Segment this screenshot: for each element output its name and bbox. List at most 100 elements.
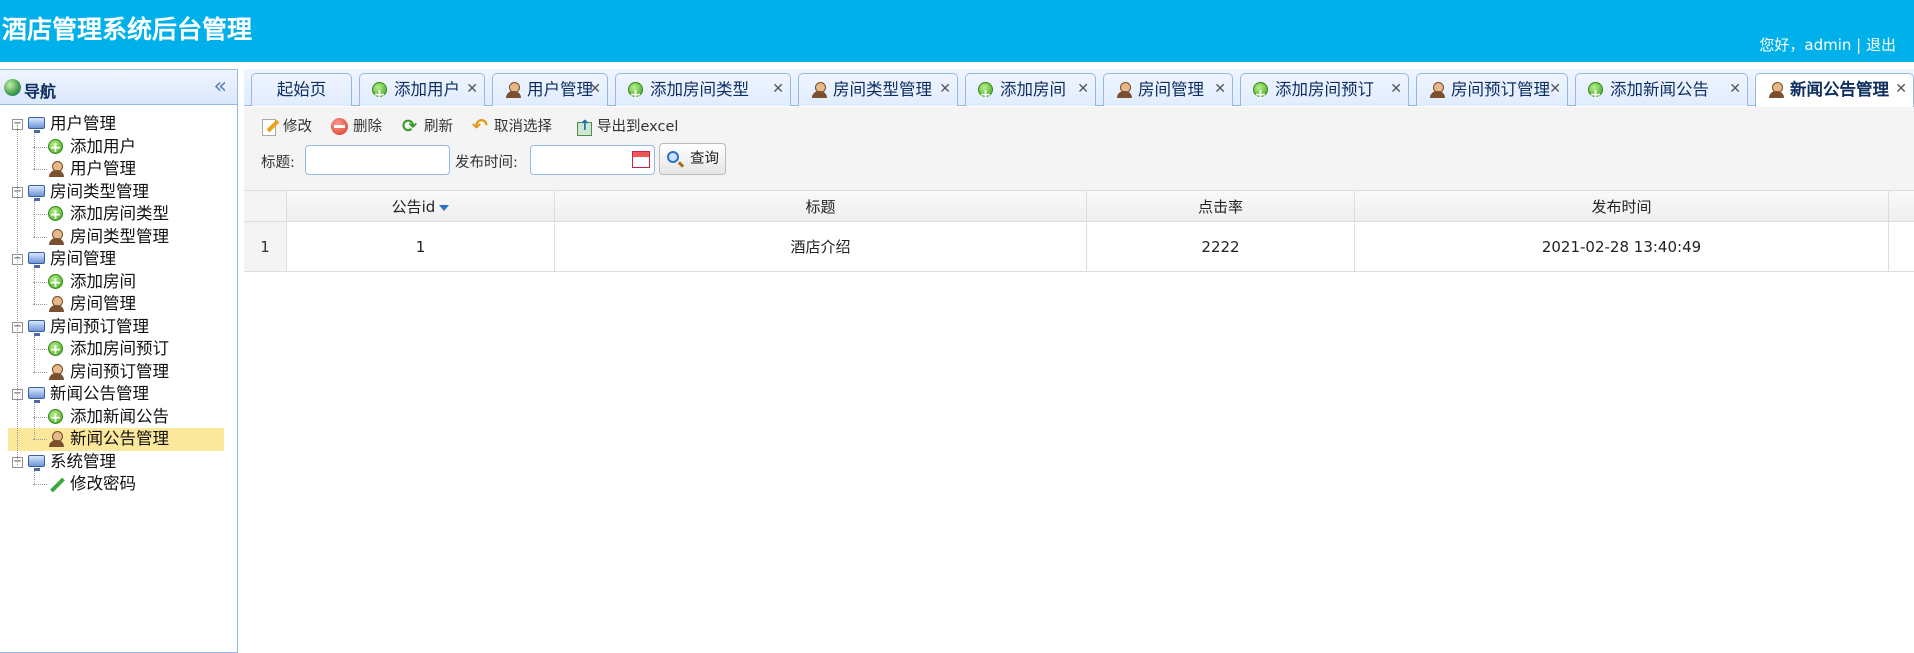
cell-id: 1	[287, 222, 555, 271]
tree-item-4-1[interactable]: 新闻公告管理	[8, 428, 224, 451]
logout-link[interactable]: 退出	[1866, 36, 1896, 54]
app-title: 酒店管理系统后台管理	[2, 15, 253, 44]
close-icon[interactable]: ✕	[589, 74, 601, 105]
column-header-clicks[interactable]: 点击率	[1087, 191, 1355, 221]
user-icon	[811, 82, 827, 98]
tab-6[interactable]: 房间管理 ✕	[1103, 73, 1233, 106]
tree-item-4-0[interactable]: 添加新闻公告	[8, 406, 224, 429]
tree-item-5-0[interactable]: 修改密码	[8, 473, 224, 496]
tree-item-label: 添加房间类型	[70, 204, 169, 223]
tree-item-label: 修改密码	[70, 474, 136, 493]
tree-item-label: 新闻公告管理	[70, 429, 169, 448]
delete-icon	[331, 118, 348, 135]
tree-group-label: 用户管理	[50, 114, 116, 133]
tab-10[interactable]: 新闻公告管理 ✕	[1755, 73, 1914, 107]
tree-connector	[33, 484, 47, 485]
tab-8[interactable]: 房间预订管理 ✕	[1416, 73, 1568, 106]
tree-connector	[33, 169, 47, 170]
tab-label: 新闻公告管理	[1790, 80, 1889, 99]
close-icon[interactable]: ✕	[1214, 74, 1226, 105]
user-icon	[1116, 82, 1132, 98]
close-icon[interactable]: ✕	[1390, 74, 1402, 105]
user-bar: 您好，admin | 退出	[1759, 34, 1896, 55]
tree-connector	[33, 439, 47, 440]
tree-connector	[33, 236, 47, 238]
tree-group-label: 房间管理	[50, 249, 116, 268]
tree-group-1[interactable]: − 房间类型管理	[0, 181, 237, 204]
user-icon	[48, 296, 65, 312]
tab-label: 起始页	[276, 80, 327, 99]
tree-group-5[interactable]: − 系统管理	[0, 451, 237, 474]
tree-group-0[interactable]: − 用户管理	[0, 113, 237, 136]
tree-item-0-1[interactable]: 用户管理	[8, 158, 224, 181]
nav-tree: −用户管理添加用户用户管理−房间类型管理添加房间类型房间类型管理−房间管理添加房…	[0, 105, 237, 496]
close-icon[interactable]: ✕	[1895, 74, 1907, 105]
tab-1[interactable]: 添加用户 ✕	[359, 73, 485, 111]
grid-header-row: 公告id 标题 点击率 发布时间	[244, 190, 1914, 222]
sort-desc-icon	[439, 204, 450, 211]
tab-3[interactable]: 添加房间类型 ✕	[615, 73, 791, 111]
user-icon	[1768, 82, 1784, 98]
tree-group-label: 房间类型管理	[50, 181, 149, 201]
tree-item-label: 添加房间预订	[70, 339, 169, 358]
user-icon	[1429, 82, 1445, 98]
close-icon[interactable]: ✕	[772, 74, 784, 105]
tree-item-label: 添加用户	[70, 136, 136, 156]
tree-connector	[17, 125, 18, 465]
tab-4[interactable]: 房间类型管理 ✕	[798, 73, 958, 106]
tree-connector	[33, 416, 47, 418]
folder-computer-icon	[28, 252, 45, 268]
tree-group-4[interactable]: − 新闻公告管理	[0, 383, 237, 406]
calendar-icon[interactable]	[632, 151, 650, 168]
publish-date-label: 发布时间:	[455, 155, 518, 171]
column-header-id[interactable]: 公告id	[287, 191, 555, 221]
user-icon	[48, 161, 65, 177]
tab-label: 添加用户	[394, 80, 460, 99]
table-row[interactable]: 1 1 酒店介绍 2222 2021-02-28 13:40:49	[244, 222, 1914, 272]
close-icon[interactable]: ✕	[466, 74, 478, 105]
folder-computer-icon	[28, 387, 45, 403]
tree-item-1-0[interactable]: 添加房间类型	[8, 203, 224, 227]
tree-group-label: 系统管理	[50, 451, 116, 471]
user-icon	[48, 228, 65, 245]
tree-item-0-0[interactable]: 添加用户	[8, 136, 224, 159]
double-chevron-left-icon[interactable]: «	[214, 74, 227, 99]
tab-2[interactable]: 用户管理 ✕	[492, 73, 608, 106]
tab-label: 添加新闻公告	[1610, 80, 1709, 99]
cell-clicks: 2222	[1087, 222, 1355, 271]
close-icon[interactable]: ✕	[939, 74, 951, 105]
close-icon[interactable]: ✕	[1077, 74, 1089, 105]
column-header-title[interactable]: 标题	[555, 191, 1087, 221]
add-icon	[1588, 80, 1603, 111]
user-bar-separator: |	[1851, 36, 1866, 54]
tree-item-1-1[interactable]: 房间类型管理	[8, 226, 224, 249]
query-button[interactable]: 查询	[659, 143, 726, 175]
tab-5[interactable]: 添加房间 ✕	[965, 73, 1096, 111]
tree-connector	[34, 336, 35, 372]
tab-9[interactable]: 添加新闻公告 ✕	[1575, 73, 1748, 111]
title-input[interactable]	[305, 145, 450, 175]
column-header-publish-time[interactable]: 发布时间	[1355, 191, 1889, 221]
folder-computer-icon	[28, 319, 45, 336]
tree-item-2-1[interactable]: 房间管理	[8, 293, 224, 316]
tree-item-3-0[interactable]: 添加房间预订	[8, 338, 224, 362]
tree-connector	[33, 304, 47, 305]
tree-item-3-1[interactable]: 房间预订管理	[8, 361, 224, 384]
tab-7[interactable]: 添加房间预订 ✕	[1240, 73, 1409, 111]
add-icon	[978, 80, 993, 111]
edit-button-label: 修改	[283, 119, 312, 135]
tree-item-2-0[interactable]: 添加房间	[8, 271, 224, 294]
close-icon[interactable]: ✕	[1549, 74, 1561, 105]
rownum-header	[244, 191, 287, 221]
row-number: 1	[244, 222, 287, 271]
tree-group-3[interactable]: − 房间预订管理	[0, 316, 237, 339]
main-panel: 起始页添加用户✕用户管理✕添加房间类型✕房间类型管理✕添加房间✕房间管理✕添加房…	[244, 69, 1914, 653]
delete-button-label: 删除	[353, 119, 382, 135]
app-header: 酒店管理系统后台管理 您好，admin | 退出	[0, 0, 1914, 62]
tab-label: 添加房间类型	[650, 80, 749, 99]
tree-connector	[33, 349, 47, 350]
folder-computer-icon	[28, 454, 45, 471]
tree-group-2[interactable]: − 房间管理	[0, 248, 237, 271]
tab-0[interactable]: 起始页	[251, 73, 352, 106]
close-icon[interactable]: ✕	[1729, 74, 1741, 105]
